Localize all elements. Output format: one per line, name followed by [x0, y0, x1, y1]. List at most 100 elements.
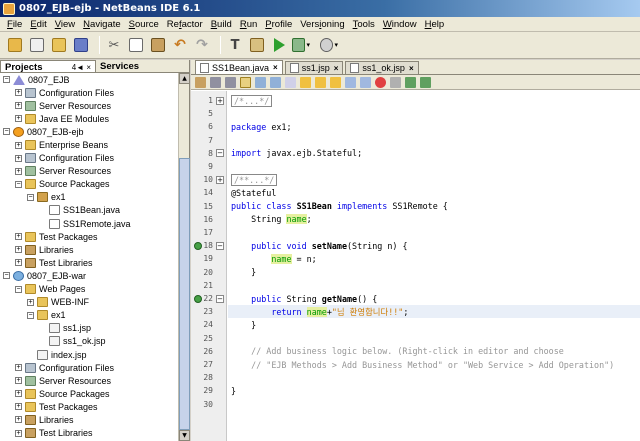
- collapse-icon[interactable]: −: [3, 76, 10, 84]
- fold-expand-icon[interactable]: +: [216, 175, 224, 184]
- stop-macro-icon[interactable]: [390, 76, 401, 88]
- tree-item[interactable]: ss1_ok.jsp: [0, 335, 178, 348]
- menu-tools[interactable]: Tools: [349, 19, 379, 30]
- last-edit-icon[interactable]: [195, 76, 206, 88]
- fold-expand-icon[interactable]: +: [216, 96, 224, 105]
- tree-item[interactable]: SS1Remote.java: [0, 217, 178, 230]
- toggle-bookmark-icon[interactable]: [330, 76, 341, 88]
- expand-icon[interactable]: +: [15, 377, 22, 385]
- tree-item[interactable]: + Java EE Modules: [0, 112, 178, 125]
- tree-item[interactable]: − ex1: [0, 309, 178, 322]
- save-all-button[interactable]: [72, 36, 90, 54]
- tree-item[interactable]: − 0807_EJB-war: [0, 269, 178, 282]
- expand-icon[interactable]: +: [15, 416, 22, 424]
- shift-left-icon[interactable]: [345, 76, 356, 88]
- menu-versioning[interactable]: Versioning: [296, 19, 348, 30]
- tab-services[interactable]: Services: [96, 60, 143, 72]
- expand-icon[interactable]: +: [15, 364, 22, 372]
- editor-tab[interactable]: SS1Bean.java ×: [195, 60, 283, 74]
- menu-window[interactable]: Window: [379, 19, 421, 30]
- open-project-button[interactable]: [50, 36, 68, 54]
- collapse-icon[interactable]: −: [27, 311, 34, 319]
- undo-button[interactable]: ↶: [171, 36, 189, 54]
- tree-scrollbar[interactable]: ▲ ▼: [178, 73, 190, 441]
- menu-build[interactable]: Build: [207, 19, 236, 30]
- uncomment-icon[interactable]: [420, 76, 431, 88]
- menu-source[interactable]: Source: [125, 19, 163, 30]
- fold-collapse-icon[interactable]: −: [216, 149, 224, 158]
- tree-item[interactable]: + Configuration Files: [0, 152, 178, 165]
- find-next-icon[interactable]: [270, 76, 281, 88]
- toggle-highlight-icon[interactable]: [285, 76, 296, 88]
- scroll-up-arrow[interactable]: ▲: [179, 73, 190, 84]
- comment-icon[interactable]: [405, 76, 416, 88]
- menu-refactor[interactable]: Refactor: [163, 19, 207, 30]
- code-area[interactable]: 1 +/*...*/5 6 package ex1; 7 8− import javax.e…: [191, 91, 640, 441]
- collapse-icon[interactable]: −: [27, 193, 34, 201]
- menu-edit[interactable]: Edit: [26, 19, 50, 30]
- tree-item[interactable]: − Web Pages: [0, 283, 178, 296]
- tree-item[interactable]: − 0807_EJB-ejb: [0, 125, 178, 138]
- close-icon[interactable]: ×: [334, 64, 339, 73]
- expand-icon[interactable]: +: [15, 141, 22, 149]
- expand-icon[interactable]: +: [15, 115, 22, 123]
- expand-icon[interactable]: +: [15, 429, 22, 437]
- expand-icon[interactable]: +: [15, 89, 22, 97]
- scroll-thumb[interactable]: [179, 158, 190, 430]
- find-icon[interactable]: [240, 76, 251, 88]
- copy-button[interactable]: [127, 36, 145, 54]
- editor-tab[interactable]: ss1.jsp ×: [284, 61, 344, 74]
- build-button[interactable]: T: [226, 36, 244, 54]
- expand-icon[interactable]: +: [15, 246, 22, 254]
- cut-button[interactable]: ✂: [105, 36, 123, 54]
- fold-collapse-icon[interactable]: −: [216, 294, 224, 303]
- tree-item[interactable]: + Test Libraries: [0, 427, 178, 440]
- run-button[interactable]: [270, 36, 288, 54]
- tree-item[interactable]: + Configuration Files: [0, 361, 178, 374]
- implements-annotation-icon[interactable]: [194, 294, 202, 303]
- back-icon[interactable]: [210, 76, 221, 88]
- collapse-icon[interactable]: −: [3, 128, 10, 136]
- expand-icon[interactable]: +: [15, 403, 22, 411]
- paste-button[interactable]: [149, 36, 167, 54]
- tree-item[interactable]: + Test Packages: [0, 230, 178, 243]
- menu-file[interactable]: File: [3, 19, 26, 30]
- menu-help[interactable]: Help: [421, 19, 449, 30]
- editor-tab[interactable]: ss1_ok.jsp ×: [345, 61, 419, 74]
- expand-icon[interactable]: +: [15, 102, 22, 110]
- new-project-button[interactable]: [6, 36, 24, 54]
- fold-collapse-icon[interactable]: −: [216, 241, 224, 250]
- tree-item[interactable]: index.jsp: [0, 348, 178, 361]
- close-icon[interactable]: ×: [273, 63, 278, 72]
- tree-item[interactable]: + Test Packages: [0, 400, 178, 413]
- menu-profile[interactable]: Profile: [261, 19, 296, 30]
- tree-item[interactable]: + WEB-INF: [0, 296, 178, 309]
- debug-button[interactable]: ▾: [292, 36, 310, 54]
- tree-item[interactable]: − 0807_EJB: [0, 73, 178, 86]
- tree-item[interactable]: + Server Resources: [0, 374, 178, 387]
- collapse-icon[interactable]: −: [15, 180, 22, 188]
- expand-icon[interactable]: +: [15, 154, 22, 162]
- previous-bookmark-icon[interactable]: [300, 76, 311, 88]
- tab-close-controls[interactable]: 4◄ ×: [72, 61, 91, 72]
- collapse-icon[interactable]: −: [15, 285, 22, 293]
- menu-view[interactable]: View: [51, 19, 79, 30]
- menu-navigate[interactable]: Navigate: [79, 19, 125, 30]
- find-previous-icon[interactable]: [255, 76, 266, 88]
- tree-item[interactable]: SS1Bean.java: [0, 204, 178, 217]
- forward-icon[interactable]: [225, 76, 236, 88]
- tree-item[interactable]: ss1.jsp: [0, 322, 178, 335]
- expand-icon[interactable]: +: [15, 259, 22, 267]
- clean-build-button[interactable]: [248, 36, 266, 54]
- close-icon[interactable]: ×: [409, 64, 414, 73]
- tree-item[interactable]: + Libraries: [0, 413, 178, 426]
- profile-button[interactable]: ▾: [320, 36, 338, 54]
- expand-icon[interactable]: +: [15, 167, 22, 175]
- redo-button[interactable]: ↷: [193, 36, 211, 54]
- tree-item[interactable]: + Server Resources: [0, 99, 178, 112]
- tab-projects[interactable]: Projects 4◄ ×: [0, 60, 96, 73]
- shift-right-icon[interactable]: [360, 76, 371, 88]
- tree-item[interactable]: − ex1: [0, 191, 178, 204]
- collapse-icon[interactable]: −: [3, 272, 10, 280]
- next-bookmark-icon[interactable]: [315, 76, 326, 88]
